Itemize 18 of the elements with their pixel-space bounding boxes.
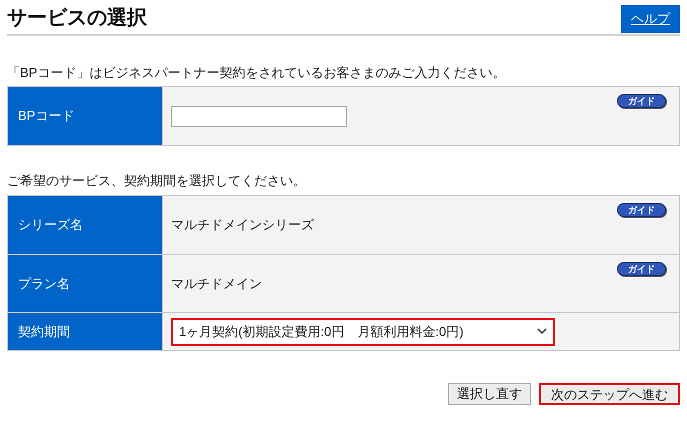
value-text: マルチドメインシリーズ [171,216,314,234]
bp-notice: 「BPコード」はビジネスパートナー契約をされているお客さまのみご入力ください。 [7,64,506,82]
guide-button[interactable]: ガイド [617,94,666,108]
row-label: BPコード [8,87,163,145]
value-text: マルチドメイン [171,274,262,293]
contract-period-select[interactable]: 1ヶ月契約(初期設定費用:0円 月額利用料金:0円) [171,318,555,346]
form-button[interactable]: 選択し直す [448,383,531,405]
row-label: シリーズ名 [8,196,163,254]
guide-button[interactable]: ガイド [617,203,666,217]
help-link[interactable]: ヘルプ [621,5,680,33]
row-label: 契約期間 [8,313,163,350]
page-title: サービスの選択 [7,6,147,31]
row-label: プラン名 [8,255,163,312]
chevron-down-icon [537,328,547,335]
service-notice: ご希望のサービス、契約期間を選択してください。 [7,172,307,190]
guide-button[interactable]: ガイド [617,262,666,276]
bp-code-input[interactable] [171,106,347,126]
form-button[interactable]: 次のステップへ進む [539,383,680,405]
